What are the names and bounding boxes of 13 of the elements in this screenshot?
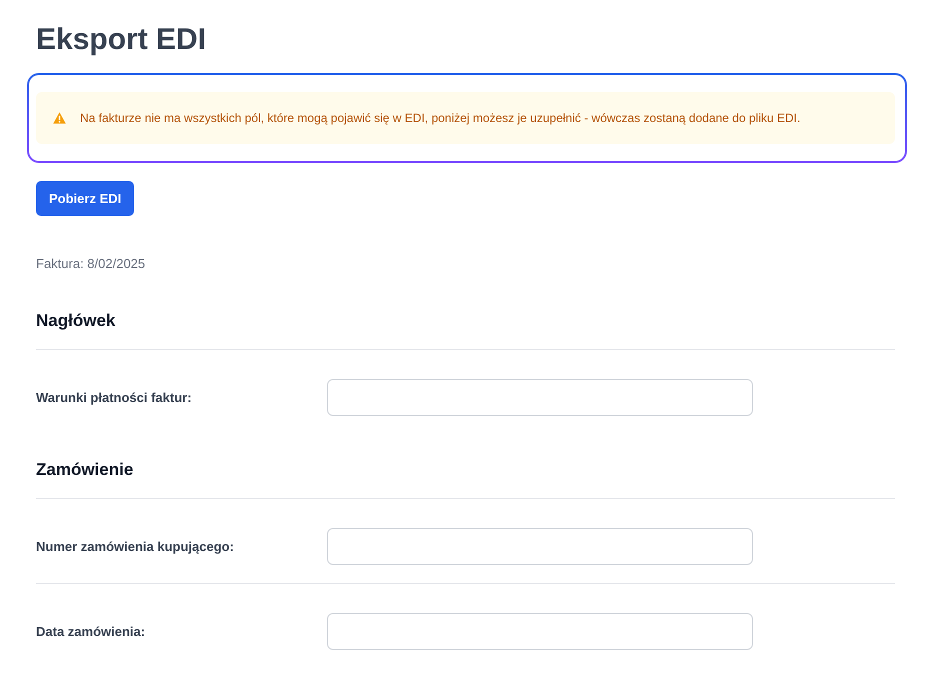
input-field[interactable] [327,613,753,650]
page-title: Eksport EDI [36,22,208,58]
alert-message: Na fakturze nie ma wszystkich pól, które mogą pojawić się w EDI, poniżej możesz je uzupełnić - wówczas zostaną dodane do pliku EDI. [80,110,800,127]
input-field[interactable] [327,528,753,565]
field-label: Data zamówienia: [36,622,146,641]
field-label: Numer zamówienia kupującego: [36,538,235,556]
field-label: Warunki płatności faktur: [36,388,193,407]
invoice-info: Faktura: 8/02/2025 [36,255,146,273]
input-field[interactable] [327,379,753,416]
warning-icon [53,112,66,124]
download-button[interactable]: Pobierz EDI [36,181,134,216]
section-heading: Zamówienie [36,459,134,481]
section-heading: Nagłówek [36,310,116,332]
